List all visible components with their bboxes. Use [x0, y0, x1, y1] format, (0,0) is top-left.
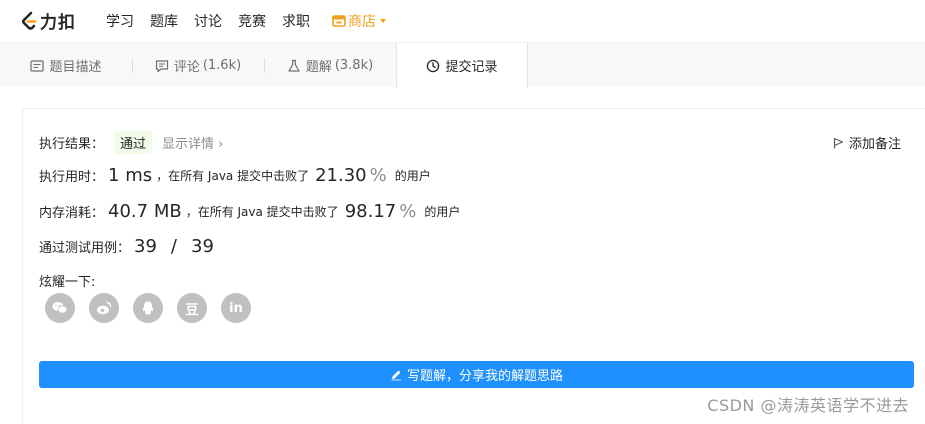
wechat-icon — [52, 302, 68, 314]
weibo-icon — [97, 301, 112, 315]
share-linkedin-button[interactable]: in — [221, 293, 251, 323]
show-details-link[interactable]: 显示详情 › — [162, 133, 223, 152]
memory-row: 内存消耗： 40.7 MB ，在所有 Java 提交中击败了 98.17 % 的… — [39, 201, 460, 222]
tab-comments[interactable]: 评论 (1.6k) — [132, 43, 264, 88]
tab-description-label: 题目描述 — [49, 60, 102, 75]
tab-description[interactable]: 题目描述 — [0, 43, 132, 88]
runtime-prefix: ，在所有 Java 提交中击败了 — [156, 169, 310, 183]
nav-shop-label: 商店 — [348, 13, 376, 30]
runtime-row: 执行用时： 1 ms ，在所有 Java 提交中击败了 21.30 % 的用户 — [39, 165, 431, 186]
memory-percent: 98.17 — [344, 201, 397, 222]
tab-comments-label: 评论 — [173, 60, 200, 75]
nav-discuss[interactable]: 讨论 — [194, 11, 222, 31]
nav-learn[interactable]: 学习 — [106, 11, 134, 31]
runtime-label: 执行用时： — [39, 170, 105, 185]
runtime-percent: 21.30 — [315, 165, 367, 186]
tab-comments-count: (1.6k) — [202, 58, 242, 73]
top-nav: 力扣 学习 题库 讨论 竞赛 求职 商店 — [0, 0, 925, 41]
write-solution-label: 写题解，分享我的解题思路 — [406, 369, 563, 384]
tab-submissions-label: 提交记录 — [445, 60, 498, 75]
clock-icon — [427, 59, 440, 72]
share-wechat-button[interactable] — [45, 293, 75, 323]
status-badge: 通过 — [114, 131, 153, 154]
chevron-down-icon — [380, 18, 386, 23]
runtime-percent-sign: % — [369, 165, 387, 186]
nav-jobs[interactable]: 求职 — [282, 11, 310, 31]
add-note-label: 添加备注 — [848, 137, 901, 152]
submission-result-card: 执行结果： 通过 显示详情 › 添加备注 执行用时： 1 ms ，在所有 Jav… — [22, 108, 925, 424]
share-buttons: 豆 in — [45, 293, 265, 323]
nav-contest[interactable]: 竞赛 — [238, 11, 266, 31]
tests-slash: / — [170, 236, 177, 257]
pencil-icon — [391, 370, 401, 380]
memory-label: 内存消耗： — [39, 206, 105, 221]
nav-problems[interactable]: 题库 — [150, 11, 178, 31]
result-label: 执行结果： — [39, 137, 105, 152]
tests-row: 通过测试用例： 39 / 39 — [39, 236, 218, 257]
share-qq-button[interactable] — [133, 293, 163, 323]
tab-solutions[interactable]: 题解 (3.8k) — [264, 43, 396, 88]
flask-icon — [288, 59, 300, 72]
leetcode-logo[interactable]: 力扣 — [20, 8, 76, 33]
douban-icon: 豆 — [185, 302, 199, 318]
runtime-suffix: 的用户 — [394, 169, 431, 183]
share-douban-button[interactable]: 豆 — [177, 293, 207, 323]
qq-icon — [142, 301, 154, 315]
memory-value: 40.7 MB — [108, 201, 182, 222]
runtime-value: 1 ms — [108, 165, 153, 186]
memory-percent-sign: % — [399, 201, 417, 222]
result-row: 执行结果： 通过 显示详情 › — [39, 131, 223, 154]
memory-prefix: ，在所有 Java 提交中击败了 — [185, 205, 339, 219]
add-note-button[interactable]: 添加备注 — [833, 133, 901, 152]
flag-icon — [833, 137, 844, 148]
tab-solutions-label: 题解 — [305, 60, 332, 75]
shop-icon — [332, 14, 346, 27]
problem-tabs: 题目描述 评论 (1.6k) 题解 (3.8k) 提交记录 — [0, 42, 925, 88]
tab-submissions[interactable]: 提交记录 — [396, 43, 528, 88]
linkedin-icon: in — [229, 300, 243, 316]
share-weibo-button[interactable] — [89, 293, 119, 323]
write-solution-button[interactable]: 写题解，分享我的解题思路 — [39, 361, 914, 388]
share-label: 炫耀一下: — [39, 275, 96, 290]
comment-icon — [155, 59, 168, 72]
tests-total: 39 — [191, 236, 214, 257]
logo-text: 力扣 — [40, 13, 76, 33]
nav-shop[interactable]: 商店 — [332, 11, 386, 31]
leetcode-logo-icon — [21, 11, 37, 30]
csdn-watermark: CSDN @涛涛英语学不进去 — [707, 396, 909, 415]
share-row: 炫耀一下: — [39, 271, 95, 290]
tab-solutions-count: (3.8k) — [334, 58, 374, 73]
tests-label: 通过测试用例： — [39, 241, 131, 256]
description-icon — [30, 59, 45, 72]
tests-passed: 39 — [134, 236, 157, 257]
memory-suffix: 的用户 — [424, 205, 461, 219]
